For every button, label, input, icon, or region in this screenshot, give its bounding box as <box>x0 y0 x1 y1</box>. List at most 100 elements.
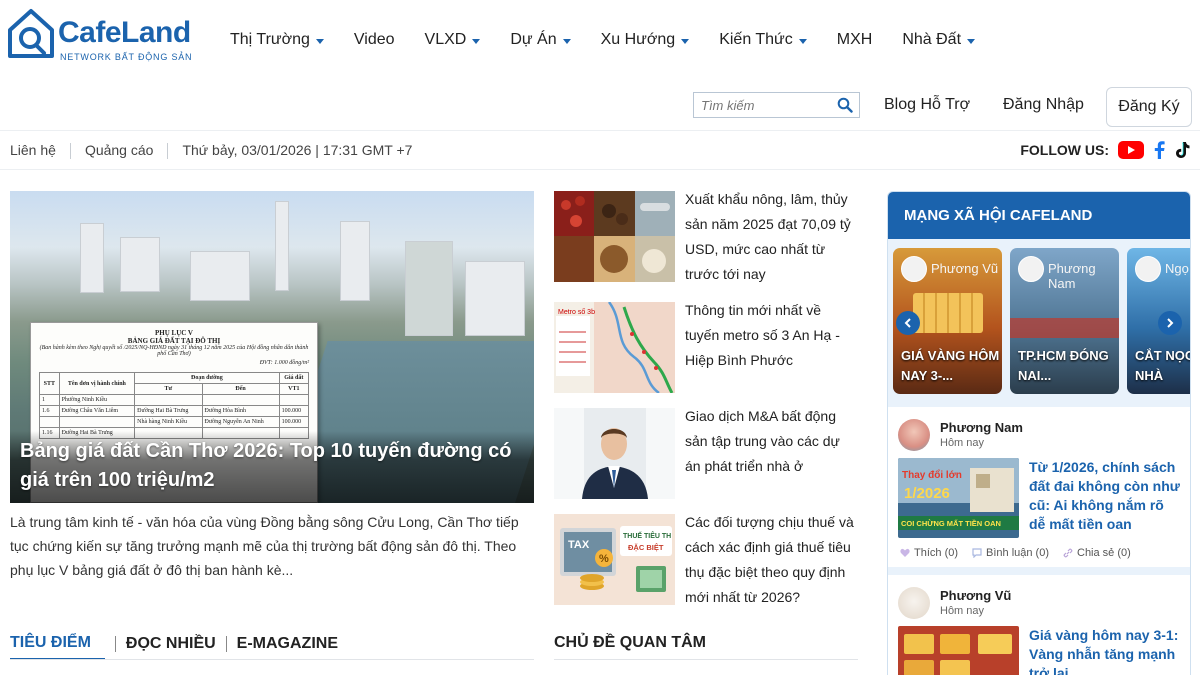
nav-nha-dat[interactable]: Nhà Đất <box>887 31 990 49</box>
avatar <box>901 256 927 282</box>
heart-icon <box>900 548 910 557</box>
story-title[interactable]: Giao dịch M&A bất động sản tập trung vào… <box>685 404 859 479</box>
nav-vlxd[interactable]: VLXD <box>410 31 496 49</box>
story-thumbnail[interactable] <box>554 191 675 282</box>
doc-td: Đường Nguyễn An Ninh <box>201 416 280 428</box>
nav-kien-thuc[interactable]: Kiến Thức <box>704 31 822 49</box>
doc-td <box>134 394 203 406</box>
tab-tieu-diem[interactable]: TIÊU ĐIỂM <box>10 634 105 660</box>
tiktok-icon[interactable] <box>1174 141 1190 159</box>
nav-mxh[interactable]: MXH <box>822 31 888 49</box>
story-thumbnail[interactable]: TAX % THUẾ TIÊU TH ĐẶC BIỆT <box>554 514 675 605</box>
ads-link[interactable]: Quảng cáo <box>85 142 154 159</box>
doc-td: 100.000 <box>278 405 310 417</box>
facebook-icon[interactable] <box>1153 141 1165 159</box>
card-author: Phương Nam <box>1048 261 1096 291</box>
svg-text:%: % <box>599 553 609 565</box>
story-thumbnail[interactable] <box>554 408 675 499</box>
story-item[interactable]: Giao dịch M&A bất động sản tập trung vào… <box>554 408 858 500</box>
hero-image-building <box>275 201 289 291</box>
nav-video[interactable]: Video <box>339 31 410 49</box>
nav-xu-huong[interactable]: Xu Hướng <box>586 31 705 49</box>
doc-td: 1 <box>39 394 60 406</box>
story-title[interactable]: Xuất khẩu nông, lâm, thủy sản năm 2025 đ… <box>685 187 859 287</box>
section-tabs: TIÊU ĐIỂM ĐỌC NHIỀU E-MAGAZINE <box>10 634 338 660</box>
comment-button[interactable]: Bình luận (0) <box>972 547 1049 559</box>
topics-heading[interactable]: CHỦ ĐỀ QUAN TÂM <box>554 634 706 652</box>
post-author[interactable]: Phương Vũ <box>940 588 1011 603</box>
story-thumbnail[interactable]: Metro số 3b <box>554 302 675 393</box>
sub-bar: Liên hệ Quảng cáo Thứ bảy, 03/01/2026 | … <box>0 130 1200 170</box>
contact-link[interactable]: Liên hệ <box>10 142 56 159</box>
gold-bars-image <box>913 293 983 333</box>
search-icon[interactable] <box>837 97 853 113</box>
tab-doc-nhieu[interactable]: ĐỌC NHIỀU <box>126 635 216 659</box>
chevron-right-icon <box>1167 318 1174 328</box>
avatar <box>1135 256 1161 282</box>
card-author: Ngọ <box>1165 261 1189 276</box>
youtube-icon[interactable] <box>1118 141 1144 159</box>
main-navigation: Thị Trường Video VLXD Dự Án Xu Hướng Kiế… <box>215 28 990 52</box>
caret-down-icon <box>562 38 571 44</box>
story-title[interactable]: Các đối tượng chịu thuế và cách xác định… <box>685 510 859 610</box>
brand-tagline: NETWORK BẤT ĐỘNG SẢN <box>60 52 193 62</box>
social-panel: MẠNG XÃ HỘI CAFELAND Phương Vũ GIÁ VÀNG … <box>887 191 1191 675</box>
doc-th: Tên đơn vị hành chính <box>58 372 136 395</box>
cafeland-logo[interactable]: CafeLand NETWORK BẤT ĐỘNG SẢN <box>6 6 206 62</box>
social-card[interactable]: Phương Nam TP.HCM ĐÓNG NAI... <box>1010 248 1119 394</box>
post-image-text: Thay đổi lớn <box>902 469 962 481</box>
post-title[interactable]: Từ 1/2026, chính sách đất đai không còn … <box>1029 458 1184 534</box>
search-input[interactable] <box>694 97 832 113</box>
chevron-left-icon <box>904 318 911 328</box>
nav-thi-truong[interactable]: Thị Trường <box>215 31 339 49</box>
post-image-caption: COI CHỪNG MẤT TIỀN OAN <box>901 518 1001 528</box>
doc-subheading: BẢNG GIÁ ĐẤT TẠI ĐÔ THỊ <box>127 337 221 345</box>
social-post[interactable]: Phương Nam Hôm nay Thay đổi lớn 1/2026 C… <box>888 407 1190 567</box>
social-post[interactable]: Phương Vũ Hôm nay Giá vàng hôm nay 3-1: … <box>888 575 1190 675</box>
story-item[interactable]: Xuất khẩu nông, lâm, thủy sản năm 2025 đ… <box>554 191 858 283</box>
login-link[interactable]: Đăng Nhập <box>1003 96 1084 114</box>
doc-td: Đường Châu Văn Liêm <box>58 405 136 417</box>
story-item[interactable]: TAX % THUẾ TIÊU TH ĐẶC BIỆT Các đối tượn… <box>554 514 858 606</box>
doc-td: 100.000 <box>278 416 310 428</box>
hero-summary: Là trung tâm kinh tế - văn hóa của vùng … <box>10 514 519 578</box>
doc-th: Tư <box>134 383 203 395</box>
post-image[interactable] <box>898 626 1019 675</box>
tax-label: TAX <box>568 539 590 551</box>
link-icon <box>1063 548 1073 558</box>
nav-du-an[interactable]: Dự Án <box>495 31 585 49</box>
story-item[interactable]: Metro số 3b Thông tin mới nhất về tuyến … <box>554 302 858 394</box>
avatar[interactable] <box>898 587 930 619</box>
tab-e-magazine[interactable]: E-MAGAZINE <box>237 635 338 659</box>
nav-label: VLXD <box>424 31 467 48</box>
doc-td <box>58 416 136 428</box>
hero-title[interactable]: Bảng giá đất Cần Thơ 2026: Top 10 tuyến … <box>20 437 530 495</box>
doc-td: Nhà hàng Ninh Kiều <box>134 416 203 428</box>
doc-row: 1.6 Đường Châu Văn Liêm Đường Hai Bà Trưng… <box>39 405 310 417</box>
share-button[interactable]: Chia sẻ (0) <box>1063 547 1131 559</box>
caret-down-icon <box>472 38 481 44</box>
register-button[interactable]: Đăng Ký <box>1106 87 1192 127</box>
story-title[interactable]: Thông tin mới nhất về tuyến metro số 3 A… <box>685 298 859 373</box>
avatar <box>1018 256 1044 282</box>
post-author[interactable]: Phương Nam <box>940 420 1023 435</box>
doc-td: Đường Hòa Bình <box>201 405 280 417</box>
divider <box>114 636 116 652</box>
post-title[interactable]: Giá vàng hôm nay 3-1: Vàng nhẫn tăng mạn… <box>1029 626 1184 675</box>
doc-td: Đường Hai Bà Trưng <box>134 405 203 417</box>
nav-label: Nhà Đất <box>902 31 962 48</box>
doc-td: Phường Ninh Kiều <box>58 394 136 406</box>
nav-label: Dự Án <box>510 31 557 48</box>
hero-image-building <box>465 261 525 336</box>
carousel-prev-button[interactable] <box>896 311 920 335</box>
carousel-next-button[interactable] <box>1158 311 1182 335</box>
doc-th: Đến <box>201 383 280 395</box>
caret-down-icon <box>967 38 976 44</box>
avatar[interactable] <box>898 419 930 451</box>
card-caption: TP.HCM ĐÓNG NAI... <box>1018 348 1109 383</box>
hero-article[interactable]: PHỤ LỤC V BẢNG GIÁ ĐẤT TẠI ĐÔ THỊ (Ban h… <box>10 191 534 503</box>
post-image[interactable]: Thay đổi lớn 1/2026 COI CHỪNG MẤT TIỀN O… <box>898 458 1019 538</box>
like-button[interactable]: Thích (0) <box>900 547 958 559</box>
blog-support-link[interactable]: Blog Hỗ Trợ <box>884 96 970 114</box>
comment-count: Bình luận (0) <box>986 547 1049 559</box>
